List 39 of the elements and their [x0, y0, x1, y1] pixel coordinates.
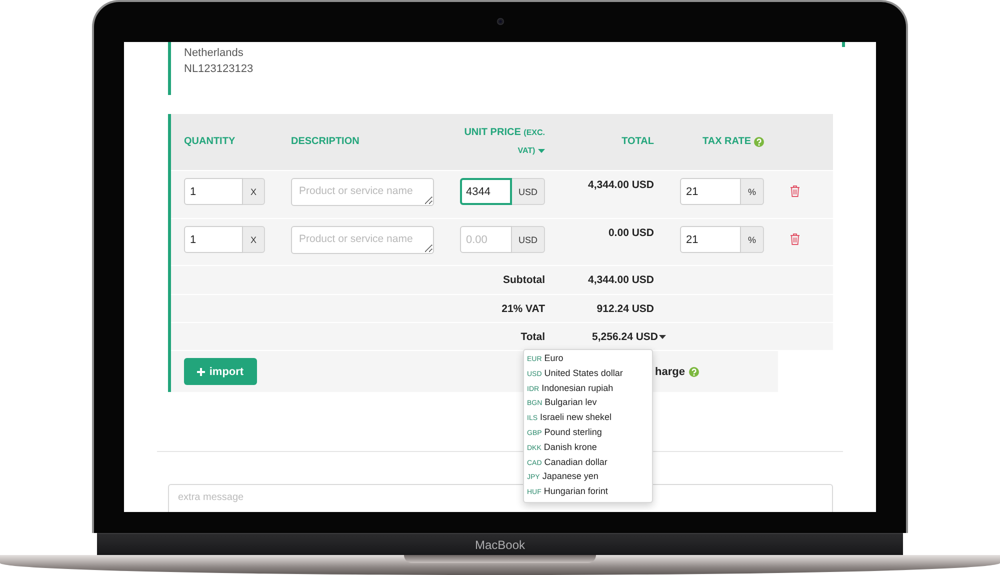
totals-label: 21% VAT — [502, 302, 545, 314]
tax-rate-field[interactable]: 21 — [680, 178, 741, 205]
quantity-field[interactable]: 1 — [184, 178, 243, 205]
address-line: Netherlands — [184, 46, 244, 61]
help-icon[interactable] — [688, 366, 699, 376]
caret-icon — [659, 334, 666, 338]
line-total: 4,344.00 USD — [588, 179, 654, 192]
unit-price-field[interactable]: 4344 — [460, 178, 512, 205]
description-field[interactable]: Product or service name — [291, 226, 434, 254]
column-header: DESCRIPTION — [291, 135, 360, 149]
caret-icon — [538, 149, 545, 153]
help-icon[interactable] — [754, 137, 764, 147]
camera-icon — [497, 18, 504, 25]
quantity-field[interactable]: 1 — [184, 226, 243, 253]
totals-label: Subtotal — [503, 274, 545, 286]
option-label: harge — [655, 366, 685, 378]
trash-icon[interactable] — [790, 233, 800, 245]
description-field[interactable]: Product or service name — [291, 178, 434, 206]
totals-value: 912.24 USD — [596, 302, 654, 314]
multiply-addon: X — [243, 226, 265, 253]
multiply-addon: X — [243, 178, 265, 205]
currency-toggle[interactable]: 5,256.24 USD — [592, 330, 666, 342]
totals-label: Total — [520, 330, 545, 342]
currency-addon: USD — [512, 226, 545, 253]
unit-price-field[interactable]: 0.00 — [460, 226, 512, 253]
address-line: NL123123123 — [184, 62, 254, 77]
trash-icon[interactable] — [790, 185, 800, 197]
tax-rate-field[interactable]: 21 — [680, 226, 741, 253]
line-total: 0.00 USD — [608, 227, 654, 240]
brand-label: MacBook — [474, 538, 526, 552]
percent-addon: % — [741, 226, 764, 253]
percent-addon: % — [741, 178, 764, 205]
plus-icon — [197, 368, 206, 376]
currency-addon: USD — [512, 178, 545, 205]
column-header: TAX RATE — [702, 135, 751, 149]
border-accent — [842, 42, 845, 47]
column-header: TOTAL — [622, 135, 654, 149]
column-header: QUANTITY — [184, 135, 236, 149]
totals-value: 4,344.00 USD — [588, 274, 654, 286]
